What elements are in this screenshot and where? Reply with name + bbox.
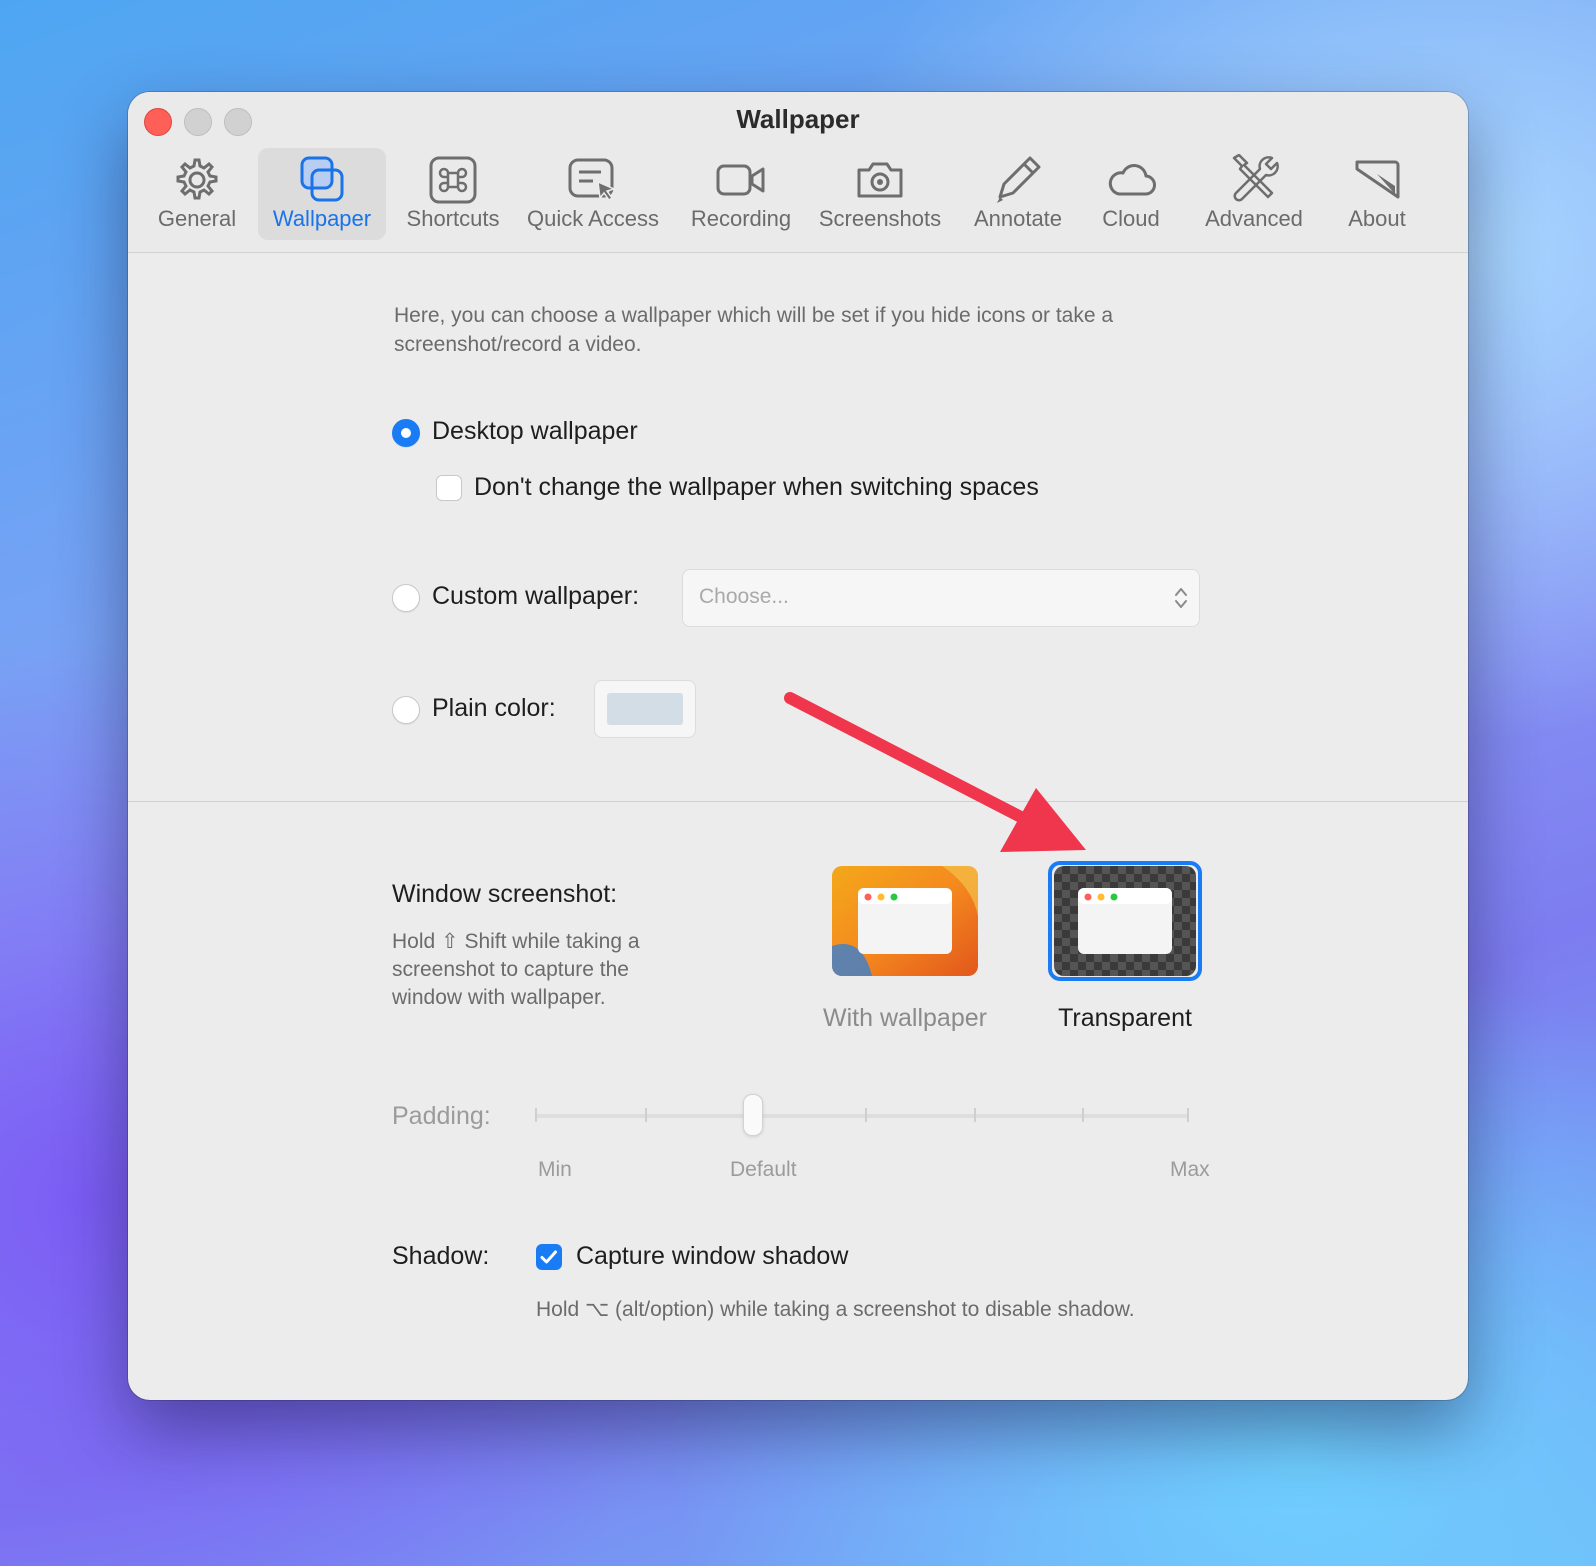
desktop-wallpaper-label: Desktop wallpaper	[432, 417, 638, 445]
transparent-label: Transparent	[1058, 1004, 1192, 1032]
annotation-arrow-icon	[784, 692, 1086, 852]
plain-color-label: Plain color:	[432, 694, 556, 722]
slider-tick	[535, 1108, 537, 1122]
dont-change-wallpaper-label: Don't change the wallpaper when switchin…	[474, 473, 1039, 501]
custom-wallpaper-label: Custom wallpaper:	[432, 582, 640, 610]
quick-access-icon	[568, 158, 617, 202]
tab-advanced[interactable]: Advanced	[1190, 148, 1318, 240]
command-key-icon	[429, 156, 477, 204]
padding-min-label: Min	[538, 1158, 572, 1181]
tab-label: Shortcuts	[406, 206, 500, 231]
video-camera-icon	[716, 164, 765, 196]
plain-color-radio[interactable]	[392, 696, 420, 724]
with-wallpaper-label: With wallpaper	[823, 1004, 987, 1032]
desktop-wallpaper-radio[interactable]	[392, 419, 420, 447]
slider-tick	[865, 1108, 867, 1122]
tab-general[interactable]: General	[154, 148, 240, 240]
plain-color-well[interactable]	[594, 680, 696, 738]
capture-shadow-label: Capture window shadow	[576, 1242, 849, 1270]
gear-icon	[176, 158, 218, 200]
pencil-icon	[997, 156, 1041, 203]
wallpaper-icon	[300, 156, 344, 202]
transparent-thumbnail	[1054, 866, 1196, 976]
preferences-window: Wallpaper General Wallpaper Shortcuts Qu…	[128, 92, 1468, 1400]
tab-recording[interactable]: Recording	[684, 148, 798, 240]
tab-label: Wallpaper	[272, 206, 372, 231]
custom-wallpaper-popup[interactable]: Choose...	[682, 569, 1200, 627]
camera-icon	[857, 162, 903, 198]
transparent-preview	[1054, 866, 1196, 976]
shadow-hint: Hold ⌥ (alt/option) while taking a scree…	[536, 1298, 1135, 1321]
tab-wallpaper[interactable]: Wallpaper	[258, 148, 386, 240]
tab-label: Recording	[690, 206, 792, 231]
intro-text: Here, you can choose a wallpaper which w…	[394, 304, 1114, 356]
tab-cloud[interactable]: Cloud	[1090, 148, 1172, 240]
with-wallpaper-preview	[832, 866, 978, 976]
custom-wallpaper-placeholder: Choose...	[699, 585, 789, 608]
window-screenshot-title: Window screenshot:	[392, 880, 618, 908]
padding-slider-knob[interactable]	[743, 1094, 763, 1136]
tab-label: About	[1348, 206, 1406, 231]
window-screenshot-hint: Hold ⇧ Shift while taking a screenshot t…	[392, 930, 640, 1009]
padding-slider-track[interactable]	[535, 1114, 1189, 1118]
checkmark-icon	[540, 1250, 557, 1264]
shadow-label: Shadow:	[392, 1242, 490, 1270]
tab-label: Advanced	[1205, 206, 1303, 231]
tab-label: Screenshots	[818, 206, 942, 231]
slider-tick	[1082, 1108, 1084, 1122]
window-title: Wallpaper	[736, 104, 860, 134]
toolbar: Wallpaper General Wallpaper Shortcuts Qu…	[128, 92, 1468, 253]
slider-tick	[974, 1108, 976, 1122]
tab-label: Cloud	[1102, 206, 1160, 231]
tab-label: Quick Access	[526, 206, 660, 231]
padding-label: Padding:	[392, 1102, 491, 1130]
cloud-icon	[1108, 164, 1156, 196]
slider-tick	[1187, 1108, 1189, 1122]
padding-default-label: Default	[730, 1158, 797, 1181]
dont-change-wallpaper-checkbox[interactable]	[436, 475, 462, 501]
tools-icon	[1232, 154, 1279, 202]
capture-shadow-checkbox[interactable]	[536, 1244, 562, 1270]
tab-shortcuts[interactable]: Shortcuts	[400, 148, 506, 240]
padding-max-label: Max	[1170, 1158, 1210, 1181]
updown-chevron-icon	[1175, 588, 1187, 608]
about-icon	[1355, 160, 1400, 199]
tab-about[interactable]: About	[1334, 148, 1420, 240]
tab-screenshots[interactable]: Screenshots	[812, 148, 948, 240]
slider-tick	[645, 1108, 647, 1122]
tab-label: General	[157, 206, 237, 231]
tab-quick-access[interactable]: Quick Access	[518, 148, 668, 240]
plain-color-swatch	[607, 693, 683, 725]
tab-label: Annotate	[973, 206, 1063, 231]
tab-annotate[interactable]: Annotate	[964, 148, 1072, 240]
with-wallpaper-thumbnail[interactable]	[832, 866, 978, 976]
custom-wallpaper-radio[interactable]	[392, 584, 420, 612]
